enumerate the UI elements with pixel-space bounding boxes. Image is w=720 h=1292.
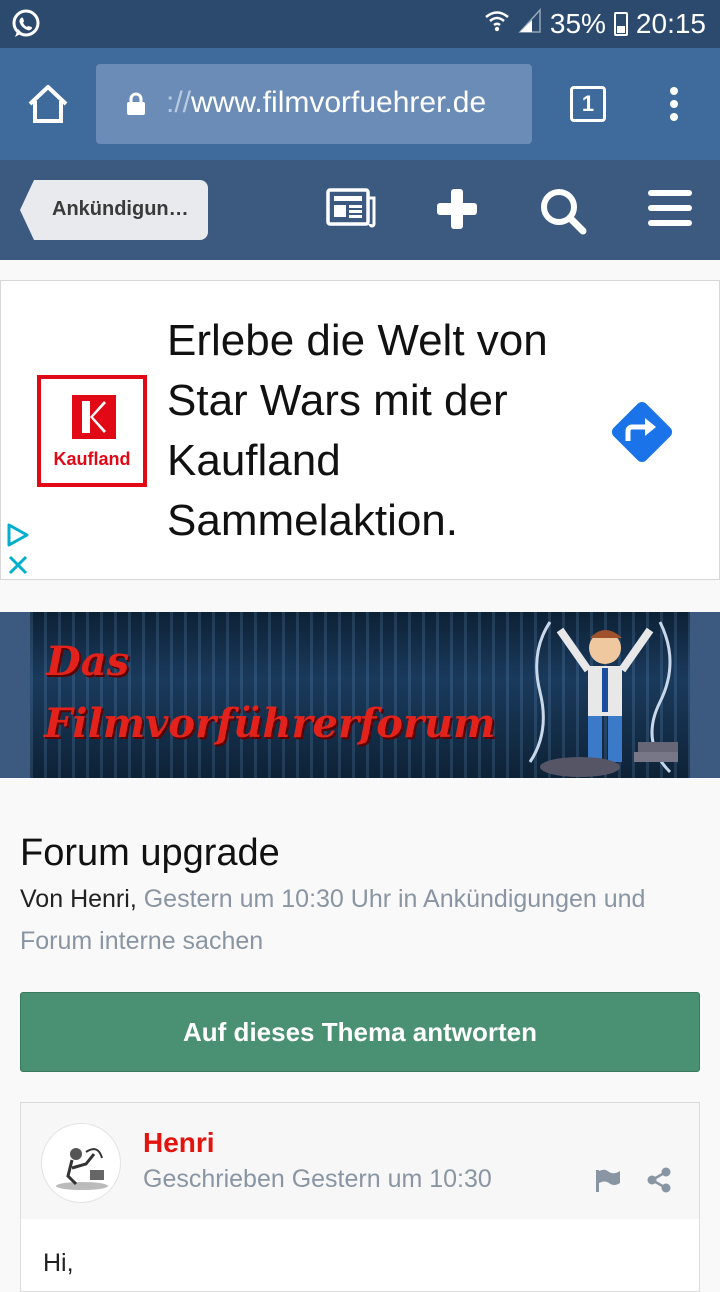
browser-toolbar: ://www.filmvorfuehrer.de 1 bbox=[0, 48, 720, 160]
ad-open-arrow-icon[interactable] bbox=[603, 393, 681, 471]
topic-meta: Von Henri, Gestern um 10:30 Uhr in Ankün… bbox=[20, 878, 700, 962]
advertisement[interactable]: Kaufland Erlebe die Welt von Star Wars m… bbox=[0, 280, 720, 580]
site-nav: Ankündigun… bbox=[0, 160, 720, 260]
projectionist-illustration bbox=[528, 621, 678, 777]
whatsapp-icon bbox=[10, 8, 42, 45]
banner-title-line1: Das bbox=[46, 638, 130, 685]
avatar[interactable] bbox=[41, 1123, 121, 1203]
reply-to-topic-button[interactable]: Auf dieses Thema antworten bbox=[20, 992, 700, 1072]
tab-switcher-button[interactable]: 1 bbox=[570, 86, 606, 122]
signal-icon bbox=[518, 7, 542, 41]
banner-title-line2: Filmvorführerforum bbox=[44, 700, 496, 747]
breadcrumb-back-button[interactable]: Ankündigun… bbox=[20, 180, 208, 240]
newspaper-icon[interactable] bbox=[326, 186, 376, 234]
post-author-name[interactable]: Henri bbox=[143, 1127, 215, 1159]
post-body-text: Hi, bbox=[43, 1249, 74, 1277]
address-bar[interactable]: ://www.filmvorfuehrer.de bbox=[96, 64, 532, 144]
status-bar: 35% 20:15 bbox=[0, 0, 720, 48]
clock: 20:15 bbox=[635, 8, 706, 39]
ad-headline: Erlebe die Welt von Star Wars mit der Ka… bbox=[167, 316, 548, 545]
kaufland-logo: Kaufland bbox=[37, 375, 147, 487]
battery-icon bbox=[613, 12, 628, 36]
home-icon[interactable] bbox=[26, 82, 70, 126]
adchoices-icon[interactable] bbox=[5, 521, 31, 577]
post-card: Henri Geschrieben Gestern um 10:30 Hi, bbox=[20, 1102, 700, 1292]
plus-icon[interactable] bbox=[434, 186, 484, 234]
topic-by-label: Von bbox=[20, 885, 64, 913]
lock-icon bbox=[126, 92, 146, 116]
topic-title: Forum upgrade bbox=[20, 832, 280, 874]
breadcrumb-label: Ankündigun… bbox=[52, 198, 189, 220]
share-icon[interactable] bbox=[647, 1167, 671, 1193]
wifi-icon bbox=[484, 8, 510, 41]
battery-percent: 35% bbox=[549, 8, 606, 39]
flag-icon[interactable] bbox=[595, 1169, 621, 1193]
post-date[interactable]: Geschrieben Gestern um 10:30 bbox=[143, 1165, 492, 1194]
hamburger-icon[interactable] bbox=[646, 186, 696, 234]
topic-author-link[interactable]: Henri, bbox=[70, 885, 137, 913]
post-header: Henri Geschrieben Gestern um 10:30 bbox=[21, 1103, 699, 1219]
more-menu-icon[interactable] bbox=[664, 86, 684, 126]
url-text: ://www.filmvorfuehrer.de bbox=[166, 86, 487, 119]
forum-banner[interactable]: Das Filmvorführerforum bbox=[0, 612, 720, 778]
search-icon[interactable] bbox=[538, 186, 588, 235]
